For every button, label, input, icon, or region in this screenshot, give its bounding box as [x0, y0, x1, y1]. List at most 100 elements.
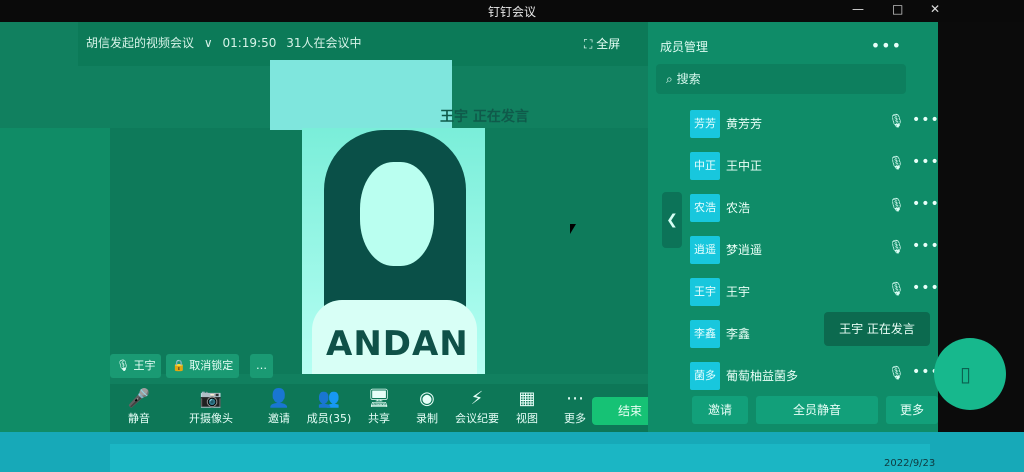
left-edge: [0, 128, 110, 432]
camera-button[interactable]: 📷 开摄像头: [184, 388, 238, 426]
invite-label: 邀请: [268, 412, 290, 425]
avatar: 菌多: [690, 362, 720, 390]
avatar: 农浩: [690, 194, 720, 222]
grid-icon: ▦: [518, 388, 536, 409]
phone-icon: ▯: [960, 362, 972, 386]
invite-members-button[interactable]: 邀请: [692, 396, 748, 424]
panel-bottom-actions: 邀请 全员静音 更多: [656, 392, 938, 424]
members-label: 成员(35): [306, 412, 352, 425]
avatar: 逍遥: [690, 236, 720, 264]
avatar: 李鑫: [690, 320, 720, 348]
member-name: 黄芳芳: [726, 117, 763, 131]
search-icon: ⌕: [666, 72, 673, 86]
fullscreen-label: 全屏: [596, 37, 621, 51]
chevron-left-icon: ❮: [666, 212, 678, 228]
share-icon: 🖥: [367, 388, 391, 409]
shirt-text: ANDAN: [326, 324, 469, 364]
mic-muted-icon[interactable]: 🎙: [888, 156, 905, 171]
member-item[interactable]: 芳芳 黄芳芳 🎙 •••: [684, 106, 939, 142]
member-item[interactable]: 王宇 王宇 🎙 •••: [684, 274, 939, 310]
invite-button[interactable]: 👤 邀请: [252, 388, 306, 426]
member-more-button[interactable]: •••: [912, 238, 940, 254]
meeting-toolbar: 🎤 静音 📷 开摄像头 👤 邀请 👥 成员(35) 🖥 共享 ◉ 录制 ⚡ 会议…: [110, 384, 680, 432]
more-chip[interactable]: …: [250, 354, 273, 378]
taskbar-date: 2022/9/23: [884, 458, 936, 469]
meeting-info: 胡信发起的视频会议 ∨ 01:19:50 31人在会议中: [86, 34, 367, 51]
members-icon: 👥: [317, 388, 341, 409]
member-item[interactable]: 中正 王中正 🎙 •••: [684, 148, 939, 184]
mic-chip-label: 王宇: [133, 359, 156, 372]
video-person-face: [360, 162, 434, 266]
elapsed-time: 01:19:50: [222, 36, 277, 50]
meeting-title[interactable]: 胡信发起的视频会议: [86, 36, 194, 50]
lock-icon: 🔒: [172, 359, 186, 372]
avatar: 芳芳: [690, 110, 720, 138]
camera-icon: 📷: [199, 388, 223, 409]
mute-all-button[interactable]: 全员静音: [756, 396, 878, 424]
window-title: 钉钉会议: [487, 5, 536, 19]
member-search-input[interactable]: ⌕ 搜索: [656, 64, 906, 94]
mic-muted-icon[interactable]: 🎙: [888, 240, 905, 255]
members-list: 芳芳 黄芳芳 🎙 ••• 中正 王中正 🎙 ••• 农浩 农浩 🎙 ••• 逍遥…: [684, 106, 939, 396]
mute-label: 静音: [128, 412, 150, 425]
participants-count: 31人在会议中: [286, 36, 362, 50]
minimize-button[interactable]: —: [852, 2, 864, 16]
mic-muted-icon[interactable]: 🎙: [888, 114, 905, 129]
panel-more-button[interactable]: 更多: [886, 396, 938, 424]
mic-muted-icon[interactable]: 🎙: [888, 198, 905, 213]
search-placeholder: 搜索: [676, 72, 701, 86]
chevron-down-icon[interactable]: ∨: [204, 36, 213, 50]
video-thumbnail[interactable]: [270, 60, 452, 130]
members-button[interactable]: 👥 成员(35): [302, 388, 356, 426]
camera-label: 开摄像头: [189, 412, 233, 425]
invite-icon: 👤: [267, 388, 291, 409]
unlock-label: 取消锁定: [189, 359, 234, 372]
member-more-button[interactable]: •••: [912, 154, 940, 170]
member-more-button[interactable]: •••: [912, 280, 940, 296]
share-button[interactable]: 🖥 共享: [352, 388, 406, 426]
record-label: 录制: [416, 412, 438, 425]
member-item[interactable]: 农浩 农浩 🎙 •••: [684, 190, 939, 226]
member-name: 王中正: [726, 159, 763, 173]
panel-menu-button[interactable]: •••: [871, 36, 902, 55]
main-video[interactable]: ANDAN: [302, 128, 485, 374]
member-name: 梦逍遥: [726, 243, 763, 257]
speaking-toast: 王宇 正在发言: [824, 312, 930, 346]
mic-icon: 🎤: [127, 388, 151, 409]
mic-icon[interactable]: 🎙: [888, 282, 905, 297]
share-label: 共享: [368, 412, 390, 425]
fullscreen-button[interactable]: ⛶ 全屏: [584, 35, 620, 52]
member-item[interactable]: 菌多 葡萄柚益菌多 🎙 •••: [684, 358, 939, 394]
floating-action-button[interactable]: ▯: [934, 338, 1006, 410]
record-button[interactable]: ◉ 录制: [400, 388, 454, 426]
record-icon: ◉: [419, 388, 435, 409]
avatar: 中正: [690, 152, 720, 180]
maximize-button[interactable]: □: [892, 2, 903, 16]
taskbar: 2022/9/23: [0, 432, 1024, 472]
mic-muted-icon[interactable]: 🎙: [888, 366, 905, 381]
member-more-button[interactable]: •••: [912, 196, 940, 212]
collapse-panel-button[interactable]: ❮: [662, 192, 682, 248]
member-more-button[interactable]: •••: [912, 112, 940, 128]
member-name: 葡萄柚益菌多: [726, 369, 799, 383]
unlock-chip[interactable]: 🔒 取消锁定: [166, 354, 240, 378]
window-titlebar: 钉钉会议 — □ ✕: [0, 0, 1024, 22]
member-item[interactable]: 逍遥 梦逍遥 🎙 •••: [684, 232, 939, 268]
video-left-pane: [110, 128, 302, 374]
mic-chip[interactable]: 🎙 王宇: [110, 354, 162, 378]
view-button[interactable]: ▦ 视图: [500, 388, 554, 426]
mute-button[interactable]: 🎤 静音: [112, 388, 166, 426]
taskbar-bar: [110, 444, 930, 472]
mouse-cursor: [570, 224, 576, 234]
fullscreen-icon: ⛶: [584, 37, 593, 51]
member-name: 李鑫: [726, 327, 751, 341]
members-panel-title: 成员管理: [660, 40, 709, 54]
close-button[interactable]: ✕: [930, 2, 940, 16]
speaker-banner: 王宇 正在发言: [440, 109, 529, 125]
view-label: 视图: [516, 412, 538, 425]
notes-label: 会议纪要: [455, 412, 499, 425]
more-label: 更多: [564, 412, 586, 425]
notes-button[interactable]: ⚡ 会议纪要: [450, 388, 504, 426]
avatar: 王宇: [690, 278, 720, 306]
mic-icon: 🎙: [116, 359, 130, 372]
